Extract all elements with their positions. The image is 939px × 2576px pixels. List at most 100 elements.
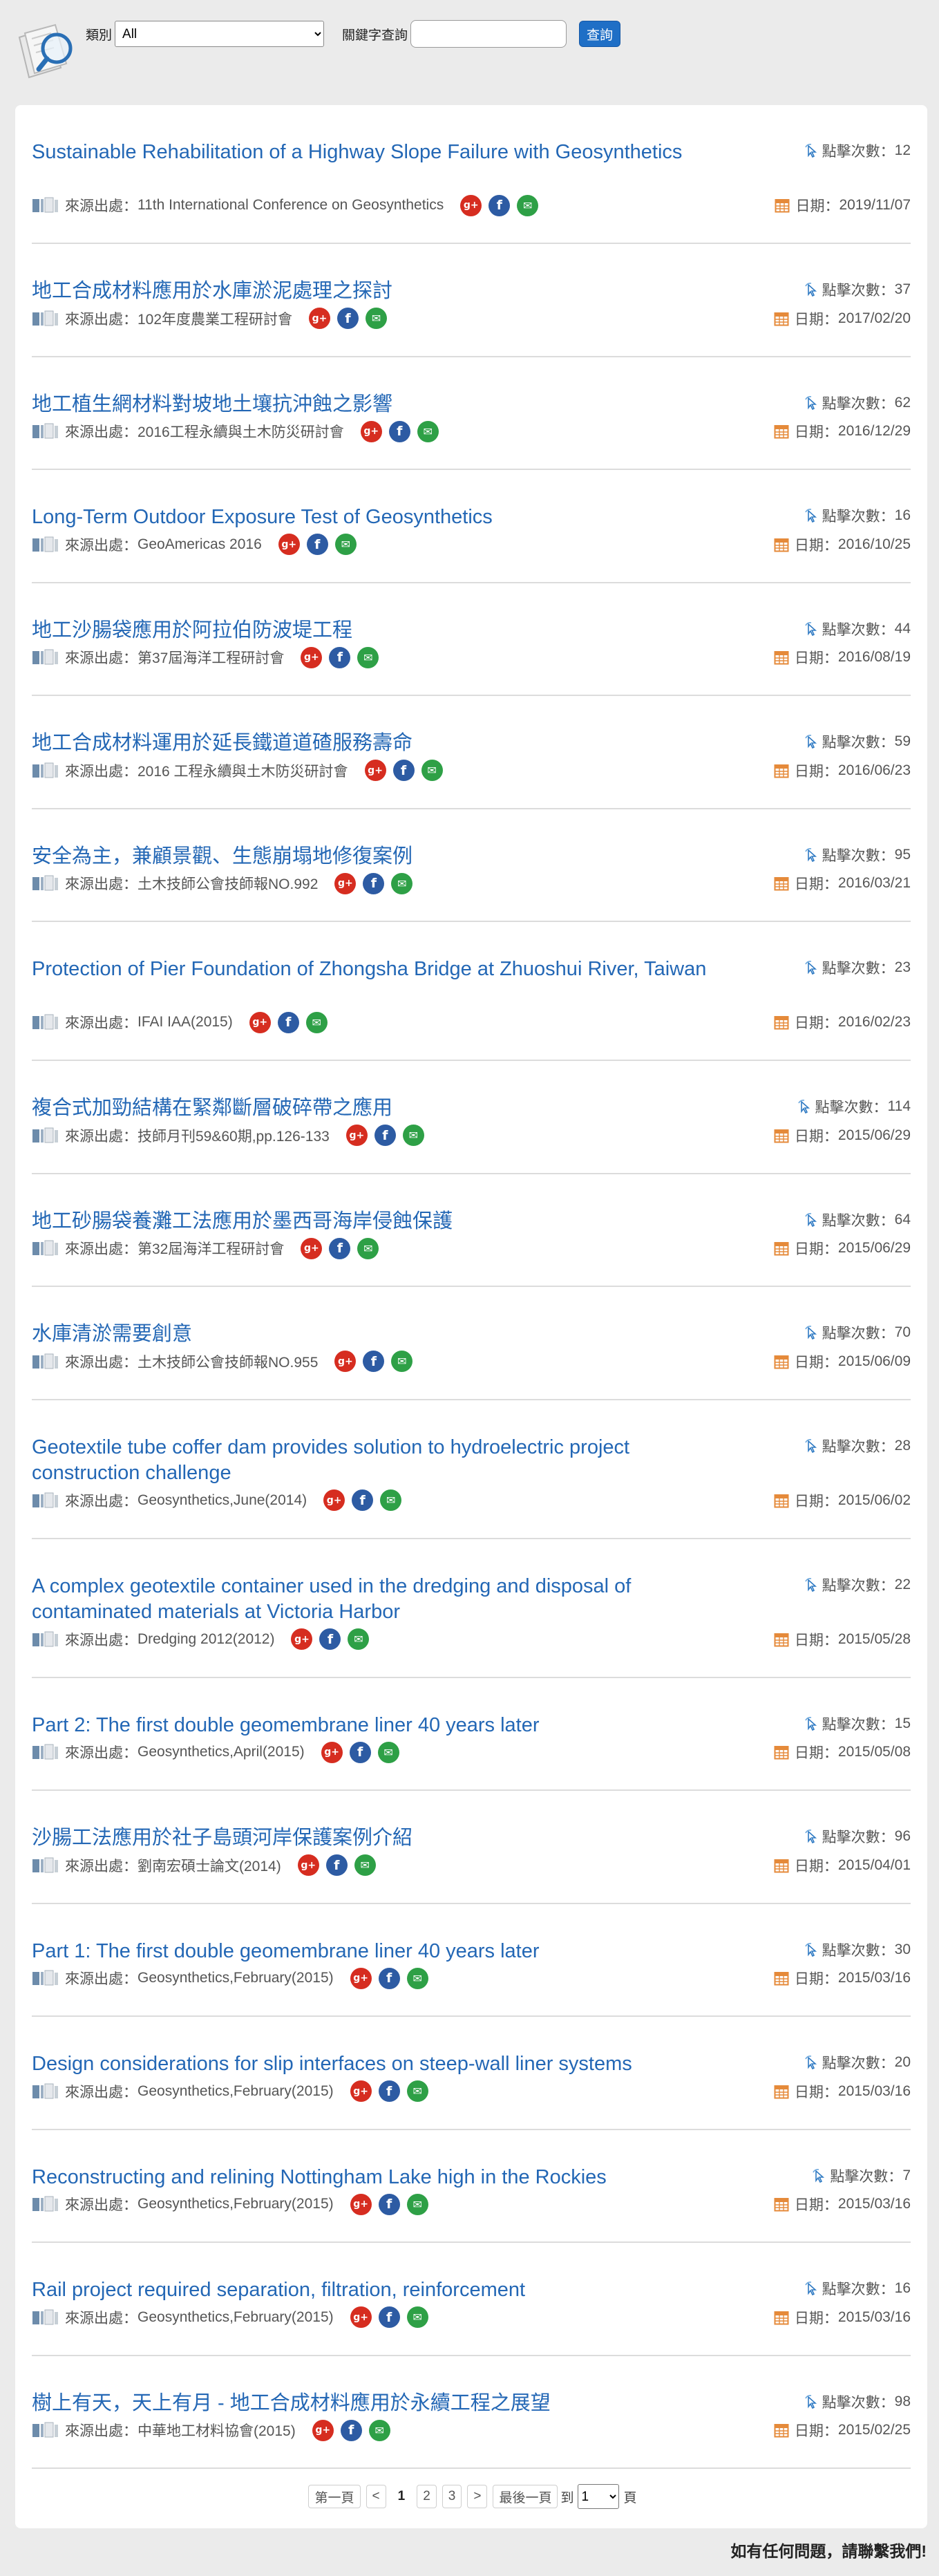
facebook-share-icon[interactable]: f — [337, 308, 359, 329]
google-plus-share-icon[interactable]: g+ — [350, 2193, 372, 2215]
facebook-share-icon[interactable]: f — [374, 1125, 396, 1146]
source-value: 劉南宏碩士論文(2014) — [137, 1858, 281, 1874]
google-plus-share-icon[interactable]: g+ — [460, 194, 482, 216]
article-source: 來源出處： Dredging 2012(2012) g+ f ✉ — [32, 1628, 376, 1651]
article-title-link[interactable]: Rail project required separation, filtra… — [32, 2277, 723, 2303]
article-title-link[interactable]: 地工植生網材料對坡地土壤抗沖蝕之影響 — [32, 392, 723, 417]
article-source: 來源出處： 第32屆海洋工程研討會 g+ f ✉ — [32, 1237, 386, 1259]
keyword-input[interactable] — [410, 20, 567, 48]
email-share-icon[interactable]: ✉ — [368, 2419, 390, 2441]
date-prefix: 日期： — [795, 198, 840, 214]
article-title-link[interactable]: Protection of Pier Foundation of Zhongsh… — [32, 957, 723, 982]
email-share-icon[interactable]: ✉ — [380, 1489, 402, 1511]
facebook-share-icon[interactable]: f — [363, 1351, 385, 1372]
contact-footer[interactable]: 如有任何問題，請聯繫我們! — [730, 2538, 927, 2561]
facebook-share-icon[interactable]: f — [340, 2419, 362, 2441]
facebook-share-icon[interactable]: f — [378, 1967, 400, 1989]
prev-page-button[interactable]: < — [366, 2485, 386, 2508]
article-title-link[interactable]: Long-Term Outdoor Exposure Test of Geosy… — [32, 505, 723, 530]
email-share-icon[interactable]: ✉ — [366, 308, 388, 329]
facebook-share-icon[interactable]: f — [388, 420, 410, 442]
email-share-icon[interactable]: ✉ — [406, 1967, 428, 1989]
last-page-button[interactable]: 最後一頁 — [493, 2485, 558, 2508]
article-title-link[interactable]: A complex geotextile container used in t… — [32, 1574, 723, 1625]
article-title-link[interactable]: Reconstructing and relining Nottingham L… — [32, 2165, 723, 2190]
first-page-button[interactable]: 第一頁 — [308, 2485, 361, 2508]
article-title-link[interactable]: Part 2: The first double geomembrane lin… — [32, 1713, 723, 1738]
email-share-icon[interactable]: ✉ — [348, 1628, 370, 1650]
facebook-share-icon[interactable]: f — [329, 1237, 351, 1259]
google-plus-share-icon[interactable]: g+ — [360, 420, 382, 442]
google-plus-share-icon[interactable]: g+ — [278, 534, 300, 555]
google-plus-share-icon[interactable]: g+ — [323, 1489, 345, 1511]
article-title-link[interactable]: 地工砂腸袋養灘工法應用於墨西哥海岸侵蝕保護 — [32, 1209, 723, 1234]
google-plus-share-icon[interactable]: g+ — [309, 308, 331, 329]
goto-page-select[interactable]: 1 — [578, 2484, 620, 2509]
google-plus-share-icon[interactable]: g+ — [301, 646, 323, 668]
google-plus-share-icon[interactable]: g+ — [350, 2306, 372, 2328]
google-plus-share-icon[interactable]: g+ — [334, 1351, 357, 1372]
facebook-share-icon[interactable]: f — [306, 534, 328, 555]
email-share-icon[interactable]: ✉ — [406, 2193, 428, 2215]
next-page-button[interactable]: > — [467, 2485, 488, 2508]
source-prefix: 來源出處： — [65, 537, 137, 554]
google-plus-share-icon[interactable]: g+ — [345, 1125, 368, 1146]
email-share-icon[interactable]: ✉ — [517, 194, 539, 216]
facebook-share-icon[interactable]: f — [378, 2193, 400, 2215]
article-title-link[interactable]: Sustainable Rehabilitation of a Highway … — [32, 140, 723, 165]
google-plus-share-icon[interactable]: g+ — [350, 1967, 372, 1989]
facebook-share-icon[interactable]: f — [363, 872, 385, 894]
category-select[interactable]: All — [115, 21, 325, 47]
facebook-share-icon[interactable]: f — [392, 760, 415, 781]
article-title-link[interactable]: Part 1: The first double geomembrane lin… — [32, 1939, 723, 1964]
email-share-icon[interactable]: ✉ — [421, 760, 443, 781]
article-title-link[interactable]: 地工合成材料應用於水庫淤泥處理之探討 — [32, 279, 723, 304]
facebook-share-icon[interactable]: f — [319, 1628, 341, 1650]
facebook-share-icon[interactable]: f — [325, 1854, 348, 1876]
article-title-link[interactable]: Design considerations for slip interface… — [32, 2051, 723, 2077]
article-title-link[interactable]: 水庫清淤需要創意 — [32, 1322, 723, 1347]
email-share-icon[interactable]: ✉ — [357, 646, 379, 668]
article-title-link[interactable]: 地工合成材料運用於延長鐵道道碴服務壽命 — [32, 731, 723, 756]
page-3-button[interactable]: 3 — [442, 2485, 462, 2508]
facebook-share-icon[interactable]: f — [277, 1011, 299, 1033]
cursor-click-icon — [804, 509, 817, 523]
google-plus-share-icon[interactable]: g+ — [334, 872, 357, 894]
google-plus-share-icon[interactable]: g+ — [297, 1854, 319, 1876]
email-share-icon[interactable]: ✉ — [357, 1237, 379, 1259]
facebook-share-icon[interactable]: f — [349, 1741, 371, 1763]
page-2-button[interactable]: 2 — [417, 2485, 437, 2508]
article-title-link[interactable]: 地工沙腸袋應用於阿拉伯防波堤工程 — [32, 618, 723, 643]
facebook-share-icon[interactable]: f — [489, 194, 511, 216]
google-plus-share-icon[interactable]: g+ — [312, 2419, 334, 2441]
email-share-icon[interactable]: ✉ — [406, 2080, 428, 2102]
google-plus-share-icon[interactable]: g+ — [321, 1741, 343, 1763]
google-plus-share-icon[interactable]: g+ — [301, 1237, 323, 1259]
search-button[interactable]: 查詢 — [579, 21, 621, 47]
facebook-share-icon[interactable]: f — [329, 646, 351, 668]
article-title-link[interactable]: 沙腸工法應用於社子島頭河岸保護案例介紹 — [32, 1825, 723, 1851]
facebook-share-icon[interactable]: f — [352, 1489, 374, 1511]
email-share-icon[interactable]: ✉ — [334, 534, 357, 555]
article-title-link[interactable]: 樹上有天，天上有月 - 地工合成材料應用於永續工程之展望 — [32, 2391, 723, 2416]
article-title-link[interactable]: Geotextile tube coffer dam provides solu… — [32, 1435, 723, 1486]
google-plus-share-icon[interactable]: g+ — [350, 2080, 372, 2102]
article-title-link[interactable]: 安全為主，兼顧景觀、生態崩塌地修復案例 — [32, 844, 723, 869]
google-plus-share-icon[interactable]: g+ — [364, 760, 386, 781]
email-share-icon[interactable]: ✉ — [402, 1125, 424, 1146]
page-1-button[interactable]: 1 — [391, 2485, 412, 2508]
facebook-share-icon[interactable]: f — [378, 2080, 400, 2102]
clicks-prefix: 點擊次數： — [822, 2282, 895, 2297]
email-share-icon[interactable]: ✉ — [417, 420, 439, 442]
email-share-icon[interactable]: ✉ — [391, 1351, 413, 1372]
email-share-icon[interactable]: ✉ — [377, 1741, 399, 1763]
google-plus-share-icon[interactable]: g+ — [249, 1011, 271, 1033]
email-share-icon[interactable]: ✉ — [305, 1011, 328, 1033]
email-share-icon[interactable]: ✉ — [354, 1854, 376, 1876]
email-share-icon[interactable]: ✉ — [406, 2306, 428, 2328]
google-plus-share-icon[interactable]: g+ — [291, 1628, 313, 1650]
facebook-share-icon[interactable]: f — [378, 2306, 400, 2328]
article-title-link[interactable]: 複合式加勁結構在緊鄰斷層破碎帶之應用 — [32, 1096, 723, 1121]
clicks-value: 30 — [894, 1941, 911, 1957]
email-share-icon[interactable]: ✉ — [391, 872, 413, 894]
